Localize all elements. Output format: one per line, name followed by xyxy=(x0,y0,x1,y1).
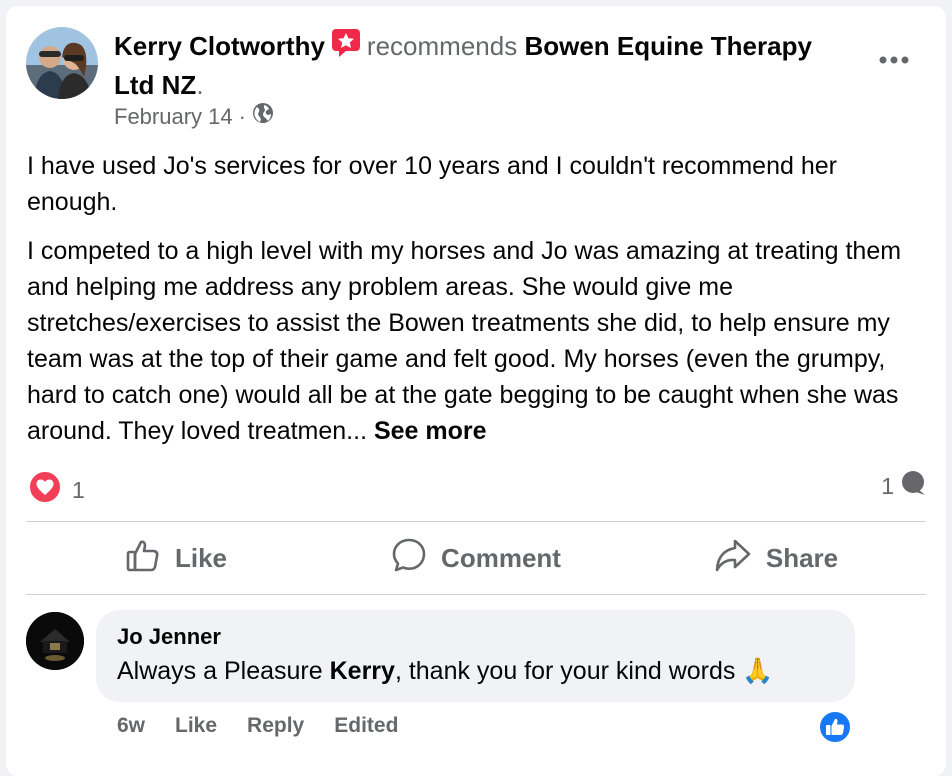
see-more-link[interactable]: See more xyxy=(374,417,487,445)
post-body: I have used Jo's services for over 10 ye… xyxy=(27,148,932,462)
like-button[interactable]: Like xyxy=(26,537,326,580)
comment-reply-button[interactable]: Reply xyxy=(247,714,304,738)
author-avatar[interactable] xyxy=(26,27,98,99)
comment-icon xyxy=(391,537,441,580)
recommendation-badge-icon xyxy=(331,28,361,67)
comment-button[interactable]: Comment xyxy=(326,537,626,580)
comment-count: 1 xyxy=(881,472,894,499)
like-reaction-icon[interactable] xyxy=(818,710,852,749)
header-period: . xyxy=(196,70,204,100)
comment-like-button[interactable]: Like xyxy=(175,714,217,738)
thumbs-up-icon xyxy=(125,537,175,580)
comment-emoji: 🙏 xyxy=(742,657,774,685)
comment-age[interactable]: 6w xyxy=(117,714,145,738)
reaction-summary[interactable]: 1 xyxy=(28,470,85,510)
comment-bubble-icon xyxy=(900,470,926,502)
like-label: Like xyxy=(174,542,228,573)
comment-meta: 6w Like Reply Edited xyxy=(117,714,428,738)
share-label: Share xyxy=(765,542,839,573)
post-paragraph-2: I competed to a high level with my horse… xyxy=(27,233,932,449)
comment-label: Comment xyxy=(441,542,561,573)
post-options-button[interactable] xyxy=(874,46,914,74)
reaction-count: 1 xyxy=(72,476,85,503)
recommends-label: recommends xyxy=(366,31,518,61)
commenter-name[interactable]: Jo Jenner xyxy=(117,624,221,650)
comment-mention[interactable]: Kerry xyxy=(330,657,395,685)
comment-edited-label[interactable]: Edited xyxy=(334,714,398,738)
heart-reaction-icon xyxy=(28,470,62,510)
comment-bubble: Jo Jenner Always a Pleasure Kerry, thank… xyxy=(96,610,855,702)
post-paragraph-2-text: I competed to a high level with my horse… xyxy=(27,237,902,445)
post-paragraph-1: I have used Jo's services for over 10 ye… xyxy=(27,152,837,216)
post-header: Kerry Clotworthy recommends Bowen Equine … xyxy=(114,28,854,103)
comment-summary[interactable]: 1 xyxy=(881,470,926,502)
comment-text-after: , thank you for your kind words xyxy=(394,657,743,685)
more-horizontal-icon xyxy=(879,51,909,69)
post-date[interactable]: February 14 xyxy=(114,102,233,132)
author-name[interactable]: Kerry Clotworthy xyxy=(114,31,325,61)
post-meta: February 14 · xyxy=(114,102,274,132)
divider-bottom xyxy=(26,594,926,595)
share-button[interactable]: Share xyxy=(626,537,926,580)
action-bar: Like Comment Share xyxy=(26,528,926,588)
globe-icon xyxy=(252,102,274,132)
comment-text-before: Always a Pleasure xyxy=(117,657,330,685)
commenter-avatar[interactable] xyxy=(26,612,84,670)
comment-text: Always a Pleasure Kerry, thank you for y… xyxy=(117,656,773,686)
share-icon xyxy=(714,537,766,580)
meta-separator: · xyxy=(238,104,246,129)
divider-top xyxy=(26,521,926,522)
